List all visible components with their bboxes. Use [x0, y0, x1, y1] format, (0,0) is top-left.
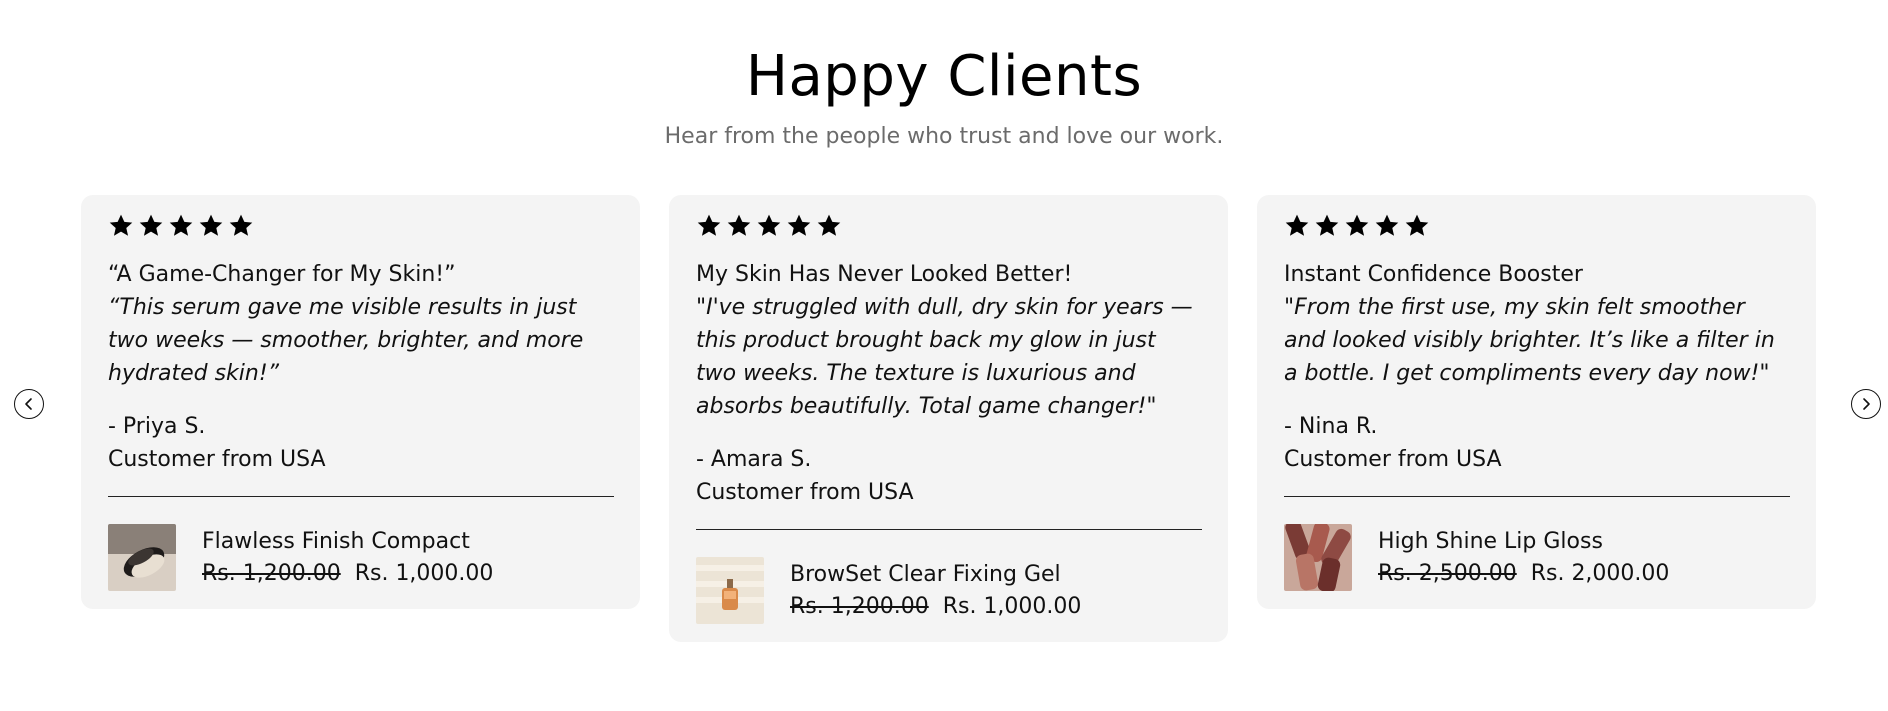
divider — [108, 496, 614, 497]
product-thumbnail[interactable] — [696, 557, 764, 624]
sale-price: Rs. 2,000.00 — [1530, 560, 1670, 586]
star-icon — [199, 214, 223, 236]
review-author: - Amara S. — [696, 447, 812, 472]
star-icon — [109, 214, 133, 236]
review-title: My Skin Has Never Looked Better! — [696, 262, 1073, 287]
review-author: - Priya S. — [108, 414, 206, 439]
reviewed-product[interactable]: BrowSet Clear Fixing Gel Rs. 1,200.00 Rs… — [696, 557, 1202, 624]
star-rating — [108, 211, 614, 241]
star-rating — [1284, 211, 1790, 241]
star-icon — [229, 214, 253, 236]
star-icon — [727, 214, 751, 236]
star-rating — [696, 211, 1202, 241]
reviewed-product[interactable]: High Shine Lip Gloss Rs. 2,500.00 Rs. 2,… — [1284, 524, 1790, 591]
carousel-next-button[interactable] — [1851, 389, 1881, 419]
product-thumbnail[interactable] — [108, 524, 176, 591]
review-text: "From the first use, my skin felt smooth… — [1284, 295, 1775, 386]
chevron-right-icon — [1863, 398, 1870, 410]
product-thumbnail[interactable] — [1284, 524, 1352, 591]
review-card: Instant Confidence Booster "From the fir… — [1257, 195, 1816, 609]
lip-gloss-product-image — [1284, 524, 1352, 591]
star-icon — [1285, 214, 1309, 236]
sale-price: Rs. 1,000.00 — [354, 560, 494, 586]
sale-price: Rs. 1,000.00 — [942, 593, 1082, 619]
star-icon — [757, 214, 781, 236]
star-icon — [787, 214, 811, 236]
review-author: - Nina R. — [1284, 414, 1378, 439]
review-text: "I've struggled with dull, dry skin for … — [696, 295, 1193, 419]
review-title: Instant Confidence Booster — [1284, 262, 1583, 287]
review-location: Customer from USA — [1284, 447, 1502, 472]
review-location: Customer from USA — [696, 480, 914, 505]
star-icon — [1375, 214, 1399, 236]
divider — [696, 529, 1202, 530]
product-name[interactable]: High Shine Lip Gloss — [1378, 526, 1669, 558]
review-title: “A Game-Changer for My Skin!” — [108, 262, 456, 287]
review-text: “This serum gave me visible results in j… — [108, 295, 584, 386]
review-card: “A Game-Changer for My Skin!” “This seru… — [81, 195, 640, 609]
star-icon — [697, 214, 721, 236]
review-card: My Skin Has Never Looked Better! "I've s… — [669, 195, 1228, 642]
section-subtitle: Hear from the people who trust and love … — [664, 124, 1224, 149]
product-name[interactable]: Flawless Finish Compact — [202, 526, 493, 558]
star-icon — [1345, 214, 1369, 236]
compact-product-image — [108, 524, 176, 591]
star-icon — [169, 214, 193, 236]
compare-at-price: Rs. 1,200.00 — [790, 593, 929, 619]
product-name[interactable]: BrowSet Clear Fixing Gel — [790, 559, 1081, 591]
star-icon — [1315, 214, 1339, 236]
gel-product-image — [696, 557, 764, 624]
compare-at-price: Rs. 1,200.00 — [202, 560, 341, 586]
compare-at-price: Rs. 2,500.00 — [1378, 560, 1517, 586]
star-icon — [139, 214, 163, 236]
star-icon — [1405, 214, 1429, 236]
divider — [1284, 496, 1790, 497]
carousel-prev-button[interactable] — [14, 389, 44, 419]
section-title: Happy Clients — [745, 44, 1143, 109]
reviewed-product[interactable]: Flawless Finish Compact Rs. 1,200.00 Rs.… — [108, 524, 614, 591]
review-location: Customer from USA — [108, 447, 326, 472]
chevron-left-icon — [25, 398, 32, 410]
star-icon — [817, 214, 841, 236]
